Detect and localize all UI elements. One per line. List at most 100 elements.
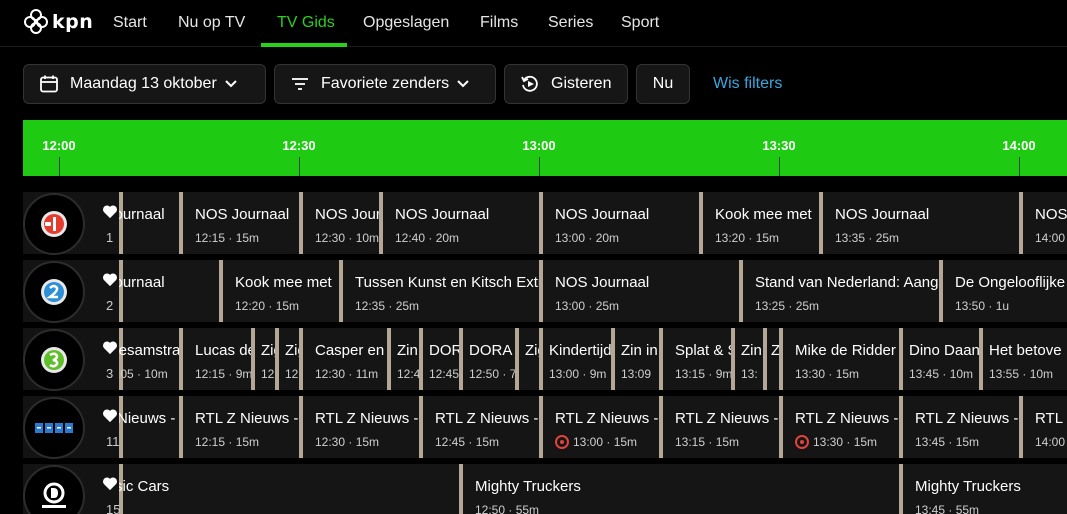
yesterday-label: Gisteren: [551, 75, 612, 92]
nav-item-tv-gids[interactable]: TV Gids: [277, 0, 335, 47]
program-cell[interactable]: RTL Z Nieuws - 12:30 · 15m: [299, 396, 419, 458]
program-cell[interactable]: Nieuws -: [119, 396, 179, 458]
program-cell[interactable]: RTL Z Nieuws - 12:15 · 15m: [179, 396, 299, 458]
program-cell[interactable]: RTL Z Nieuws - 13:30 · 15m: [779, 396, 899, 458]
program-cell[interactable]: Lucas de 12:15 · 9m: [179, 328, 251, 390]
program-cell[interactable]: NOS Journaal 13:00 · 25m: [539, 260, 739, 322]
program-cell[interactable]: Mike de Ridder 13:30 · 15m: [779, 328, 899, 390]
now-button[interactable]: Nu: [636, 64, 690, 104]
program-cell[interactable]: Zig 12:: [251, 328, 275, 390]
program-time: 14:00 ·: [1035, 435, 1067, 449]
heart-icon[interactable]: [102, 476, 118, 491]
npo2-logo: [23, 261, 85, 323]
program-cell[interactable]: NOS Journaal 12:30 · 10m: [299, 192, 379, 254]
chevron-down-icon: [457, 78, 469, 90]
program-cell[interactable]: Zin in 13:09: [611, 328, 659, 390]
program-time: 13:00 · 9m: [549, 367, 607, 381]
program-cell[interactable]: Zig: [763, 328, 779, 390]
program-cell[interactable]: NOS Journaal 12:40 · 20m: [379, 192, 539, 254]
program-time: 12:45: [429, 367, 459, 381]
program-title: Kindertijd: [549, 342, 611, 359]
program-title: DORA: [469, 342, 513, 359]
program-cell[interactable]: Kindertijd 13:00 · 9m: [539, 328, 611, 390]
date-picker-button[interactable]: Maandag 13 oktober: [23, 64, 266, 104]
kpn-flower-icon: [24, 9, 48, 34]
program-cell[interactable]: Gesamstraat:05 · 10m: [119, 328, 179, 390]
heart-icon[interactable]: [102, 340, 118, 355]
program-cell[interactable]: NOS Journaal 13:00 · 20m: [539, 192, 699, 254]
program-time: 13:25 · 25m: [755, 299, 820, 313]
program-cell[interactable]: Zin 13:: [731, 328, 763, 390]
channel-cell[interactable]: 2: [23, 260, 119, 323]
channel-cell[interactable]: 1: [23, 192, 119, 255]
heart-icon[interactable]: [102, 272, 118, 287]
heart-icon[interactable]: [102, 204, 118, 219]
program-title: Gesamstraat: [119, 342, 179, 359]
program-time: 12:45 · 15m: [435, 435, 500, 449]
program-cell[interactable]: Splat & S 13:15 · 9m: [659, 328, 731, 390]
program-cell[interactable]: RTL Z Nieuws - 13:45 · 15m: [899, 396, 1019, 458]
program-cell[interactable]: Journaal: [119, 260, 219, 322]
channel-number: 2: [106, 298, 114, 313]
nav-item-opgeslagen[interactable]: Opgeslagen: [363, 0, 449, 47]
program-time: 12:15 · 9m: [195, 367, 251, 381]
program-cell[interactable]: NOS Journaal 13:35 · 25m: [819, 192, 1019, 254]
program-cell[interactable]: Zin 12:4: [387, 328, 419, 390]
program-time: 12:4: [397, 367, 419, 381]
channel-row-discovery: sic Cars Mighty Truckers 12:50 · 55m Migh…: [23, 464, 1067, 514]
program-time: 12:15 · 15m: [195, 231, 260, 245]
nav-item-series[interactable]: Series: [548, 0, 593, 47]
program-cell[interactable]: NOS J 14:00 ·: [1019, 192, 1067, 254]
program-cell[interactable]: Kook mee met 13:20 · 15m: [699, 192, 819, 254]
program-cell[interactable]: RTL Z Nieuws - 13:00 · 15m: [539, 396, 659, 458]
top-nav: kpn Start Nu op TV TV Gids Opgeslagen Fi…: [0, 0, 1067, 47]
program-title: RTL Z Nieuws -: [435, 410, 539, 427]
clear-filters-link[interactable]: Wis filters: [713, 64, 782, 104]
program-cell[interactable]: Dino Daan 13:45 · 10m: [899, 328, 979, 390]
program-time: 13:15 · 15m: [675, 435, 740, 449]
program-cell[interactable]: RTL Z 14:00 ·: [1019, 396, 1067, 458]
program-cell[interactable]: DORA 12:50 · 7: [459, 328, 515, 390]
nav-item-nu-op-tv[interactable]: Nu op TV: [178, 0, 245, 47]
program-cell[interactable]: Stand van Nederland: Aangepast 13:25 · 25…: [739, 260, 939, 322]
nav-item-sport[interactable]: Sport: [621, 0, 659, 47]
program-cell[interactable]: Mighty Truckers 13:45 · 55m: [899, 464, 1067, 514]
program-cell[interactable]: Kook mee met 12:20 · 15m: [219, 260, 339, 322]
program-cell[interactable]: Mighty Truckers 12:50 · 55m: [459, 464, 899, 514]
program-cell[interactable]: De Ongelooflijke 13:50 · 1u: [939, 260, 1067, 322]
program-title: RTL Z: [1035, 410, 1067, 427]
channel-cell[interactable]: 11: [23, 396, 120, 459]
time-tick-line: [1019, 157, 1020, 176]
program-title: RTL Z Nieuws -: [555, 410, 659, 427]
program-cell[interactable]: RTL Z Nieuws - 13:15 · 15m: [659, 396, 779, 458]
heart-icon[interactable]: [102, 408, 118, 423]
nav-item-start[interactable]: Start: [113, 0, 147, 47]
kpn-logo[interactable]: kpn: [22, 8, 93, 36]
program-cell[interactable]: Zig: [515, 328, 539, 390]
channel-cell[interactable]: 3: [23, 328, 119, 391]
channel-filter-button[interactable]: Favoriete zenders: [274, 64, 496, 104]
program-title: Journaal: [119, 206, 165, 223]
time-tick-label: 14:00: [1002, 138, 1036, 153]
nav-item-films[interactable]: Films: [480, 0, 518, 47]
program-title: Lucas de: [195, 342, 251, 359]
program-time: 13:00 · 20m: [555, 231, 620, 245]
program-cell[interactable]: RTL Z Nieuws - 12:45 · 15m: [419, 396, 539, 458]
program-cell[interactable]: DORA 12:45: [419, 328, 459, 390]
channel-number: 3: [106, 366, 114, 381]
program-cell[interactable]: Zig 12:: [275, 328, 299, 390]
program-title: Mighty Truckers: [475, 478, 581, 495]
program-time: 12:35 · 25m: [355, 299, 420, 313]
program-title: Zin: [397, 342, 418, 359]
program-cell[interactable]: Tussen Kunst en Kitsch Extra 12:35 · 25m: [339, 260, 539, 322]
program-time: 12:30 · 15m: [315, 435, 380, 449]
yesterday-button[interactable]: Gisteren: [504, 64, 628, 104]
channel-cell[interactable]: 15: [23, 464, 120, 514]
program-title: NOS Journaal: [395, 206, 490, 223]
program-cell[interactable]: Het betove 13:55 · 10m: [979, 328, 1067, 390]
program-cell[interactable]: sic Cars: [119, 464, 459, 514]
program-cell[interactable]: Casper en I 12:30 · 11m: [299, 328, 387, 390]
program-cell[interactable]: Journaal: [119, 192, 179, 254]
program-title: RTL Z Nieuws -: [675, 410, 779, 427]
program-cell[interactable]: NOS Journaal 12:15 · 15m: [179, 192, 299, 254]
